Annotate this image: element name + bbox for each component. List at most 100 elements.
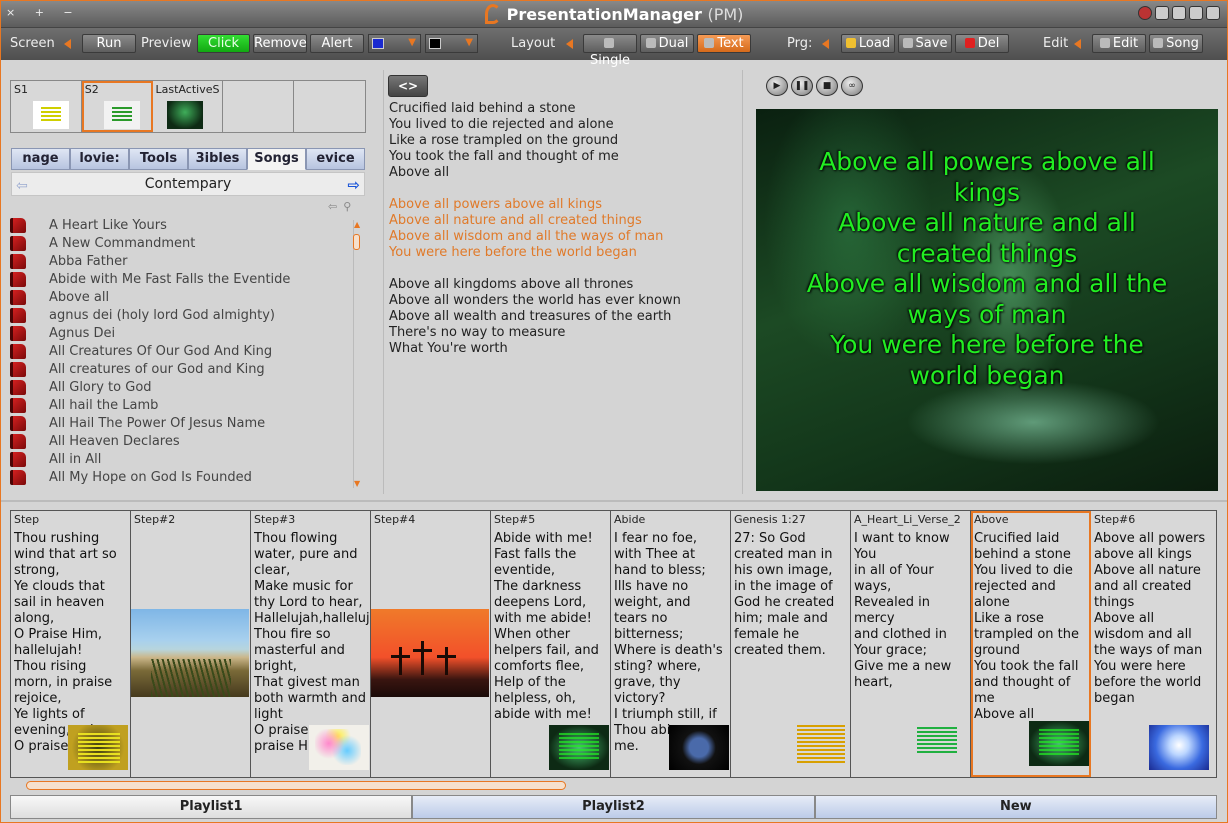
remove-button[interactable]: Remove xyxy=(253,34,307,53)
tab-playlist2[interactable]: Playlist2 xyxy=(412,795,815,819)
single-layout-button[interactable]: Single xyxy=(583,34,637,68)
scroll-up-icon[interactable]: ▲ xyxy=(354,220,360,229)
song-book-icon xyxy=(10,326,26,341)
text-label: Text xyxy=(717,36,744,51)
playlist-step[interactable]: Above Crucified laid behind a stone You l… xyxy=(971,511,1091,777)
save-disk-icon[interactable] xyxy=(1155,6,1169,20)
list-item[interactable]: Above all xyxy=(10,289,350,307)
song-book-icon xyxy=(10,398,26,413)
document-icon[interactable] xyxy=(1172,6,1186,20)
song-list-scrollbar[interactable]: ▲ ▼ xyxy=(353,220,361,488)
next-category-icon[interactable]: ⇨ xyxy=(347,176,360,194)
list-item[interactable]: agnus dei (holy lord God almighty) xyxy=(10,307,350,325)
search-icon[interactable]: ⚲ xyxy=(343,200,357,213)
background-color-picker[interactable]: ▼ xyxy=(368,34,421,53)
click-button[interactable]: Click xyxy=(197,34,250,53)
list-item[interactable]: Abba Father xyxy=(10,253,350,271)
song-book-icon xyxy=(10,452,26,467)
tab-device[interactable]: evice xyxy=(306,148,365,170)
tab-songs[interactable]: Songs xyxy=(247,148,306,170)
screen-label: Screen xyxy=(10,36,55,51)
source-toggle-button[interactable]: <> xyxy=(388,75,428,97)
list-item[interactable]: A New Commandment xyxy=(10,235,350,253)
play-icon[interactable]: ▶ xyxy=(766,76,788,96)
loop-icon[interactable]: ∞ xyxy=(841,76,863,96)
playlist-scrollbar[interactable] xyxy=(12,780,1217,792)
tab-bibles[interactable]: 3ibles xyxy=(188,148,247,170)
playlist-step[interactable]: Step#3 Thou flowing water, pure and clear… xyxy=(251,511,371,777)
program-arrow-icon[interactable] xyxy=(822,39,829,49)
network-icon[interactable] xyxy=(1189,6,1203,20)
step-text: Thou rushing wind that art so strong, Ye… xyxy=(14,531,119,754)
playback-controls: ▶ ❚❚ ■ ∞ xyxy=(766,76,863,96)
slot-s1[interactable]: S1 xyxy=(11,81,82,132)
edit-button[interactable]: Edit xyxy=(1092,34,1146,53)
title-bar: × + − PresentationManager (PM) xyxy=(0,0,1228,28)
list-item[interactable]: All Creatures Of Our God And King xyxy=(10,343,350,361)
tab-tools[interactable]: Tools xyxy=(129,148,188,170)
lyric-line: You were here before the world began xyxy=(389,245,637,260)
scroll-thumb[interactable] xyxy=(353,234,360,250)
playlist-step[interactable]: A_Heart_Li_Verse_2 I want to know You in … xyxy=(851,511,971,777)
song-button[interactable]: Song xyxy=(1149,34,1203,53)
scroll-down-icon[interactable]: ▼ xyxy=(354,479,360,488)
text-color-picker[interactable]: ▼ xyxy=(425,34,478,53)
lyric-line: Above all wonders the world has ever kno… xyxy=(389,293,681,308)
preview-line: ways of man xyxy=(907,299,1067,329)
slot-s2[interactable]: S2 xyxy=(81,81,153,132)
playlist-step[interactable]: Step#5 Abide with me! Fast falls the even… xyxy=(491,511,611,777)
playlist-step[interactable]: Step#2 xyxy=(131,511,251,777)
pause-icon[interactable]: ❚❚ xyxy=(791,76,813,96)
list-item[interactable]: All Glory to God xyxy=(10,379,350,397)
alert-button[interactable]: Alert xyxy=(310,34,364,53)
tab-new-playlist[interactable]: New xyxy=(814,795,1217,819)
tab-movies[interactable]: lovie: xyxy=(70,148,129,170)
list-item[interactable]: All creatures of our God and King xyxy=(10,361,350,379)
list-item[interactable]: All Hail The Power Of Jesus Name xyxy=(10,415,350,433)
list-item[interactable]: A Heart Like Yours xyxy=(10,217,350,235)
playlist-step[interactable]: Abide I fear no foe, with Thee at hand to… xyxy=(611,511,731,777)
back-icon[interactable]: ⇦ xyxy=(328,200,343,213)
stop-icon[interactable]: ■ xyxy=(816,76,838,96)
layout-arrow-icon[interactable] xyxy=(566,39,573,49)
song-title: A Heart Like Yours xyxy=(49,218,167,233)
music-icon[interactable] xyxy=(1138,6,1152,20)
tab-image[interactable]: nage xyxy=(11,148,70,170)
step-title: Step xyxy=(14,513,40,526)
list-item[interactable]: All in All xyxy=(10,451,350,469)
color-swatch-2 xyxy=(429,38,441,49)
step-background-thumbnail xyxy=(909,721,969,766)
slot-empty-4[interactable] xyxy=(223,81,295,132)
edit-arrow-icon[interactable] xyxy=(1074,39,1081,49)
list-item[interactable]: Abide with Me Fast Falls the Eventide xyxy=(10,271,350,289)
list-item[interactable]: All My Hope on God Is Founded xyxy=(10,469,350,487)
playlist-step[interactable]: Genesis 1:27 27: So God created man in hi… xyxy=(731,511,851,777)
save-button[interactable]: Save xyxy=(898,34,952,53)
load-button[interactable]: Load xyxy=(841,34,895,53)
screen-arrow-icon[interactable] xyxy=(64,39,71,49)
output-preview: Above all powers above all kings Above all… xyxy=(756,109,1218,491)
playlist-scroll-thumb[interactable] xyxy=(26,781,566,790)
slot-empty-5[interactable] xyxy=(294,81,365,132)
playlist-step[interactable]: Step#4 xyxy=(371,511,491,777)
tab-playlist1[interactable]: Playlist1 xyxy=(10,795,413,819)
text-layout-button[interactable]: Text xyxy=(697,34,751,53)
preview-line: created things xyxy=(896,238,1078,268)
playlist-step[interactable]: Step#6 Above all powers above all kings A… xyxy=(1091,511,1211,777)
lyrics-editor[interactable]: Crucified laid behind a stone You lived t… xyxy=(389,101,739,357)
list-item[interactable]: All Heaven Declares xyxy=(10,433,350,451)
song-book-icon xyxy=(10,416,26,431)
run-button[interactable]: Run xyxy=(82,34,136,53)
delete-button[interactable]: Del xyxy=(955,34,1009,53)
playlist-step[interactable]: Step Thou rushing wind that art so strong… xyxy=(11,511,131,777)
beach-image xyxy=(131,609,249,697)
cross-shape xyxy=(391,655,410,658)
list-item[interactable]: All hail the Lamb xyxy=(10,397,350,415)
dual-layout-button[interactable]: Dual xyxy=(640,34,694,53)
step-background-thumbnail xyxy=(789,721,849,766)
slot-last-active[interactable]: LastActiveS xyxy=(153,81,224,132)
panel-divider[interactable] xyxy=(0,500,1228,502)
display-icon[interactable] xyxy=(1206,6,1220,20)
song-icon xyxy=(1153,38,1164,48)
list-item[interactable]: Agnus Dei xyxy=(10,325,350,343)
